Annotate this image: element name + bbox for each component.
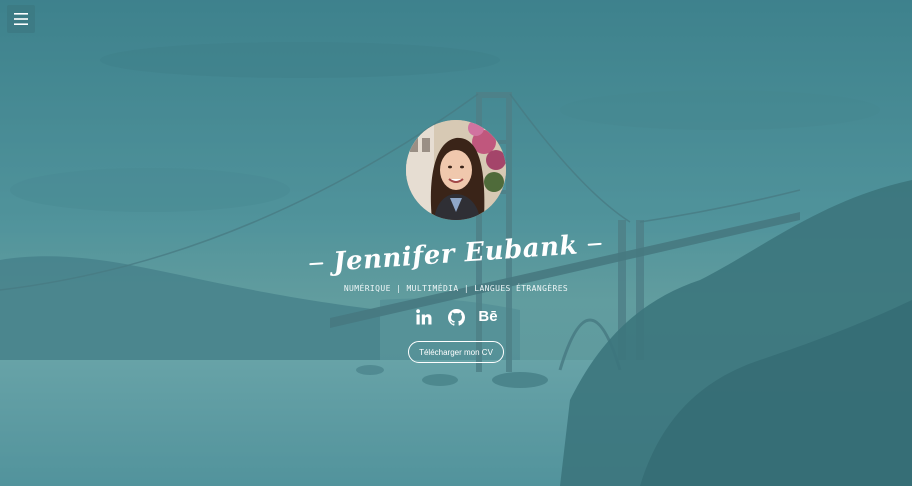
name-left-dash	[309, 262, 324, 266]
github-icon	[447, 308, 465, 326]
linkedin-link[interactable]	[414, 307, 434, 327]
behance-icon: Bē	[478, 308, 498, 325]
hero-section: Jennifer Eubank NUMÉRIQUE | MULTIMÉDIA |…	[0, 120, 912, 363]
profile-photo	[406, 120, 506, 220]
profile-tagline: NUMÉRIQUE | MULTIMÉDIA | LANGUES ÉTRANGÈ…	[343, 284, 569, 293]
download-cv-button[interactable]: Télécharger mon CV	[408, 341, 504, 363]
name-right-dash	[588, 242, 603, 246]
linkedin-icon	[416, 309, 432, 325]
menu-button[interactable]	[7, 5, 35, 33]
name-heading: Jennifer Eubank	[308, 224, 603, 284]
hamburger-menu-icon	[14, 13, 28, 25]
social-links: Bē	[414, 307, 498, 327]
page: Jennifer Eubank NUMÉRIQUE | MULTIMÉDIA |…	[0, 0, 912, 486]
behance-link[interactable]: Bē	[478, 307, 498, 327]
profile-name: Jennifer Eubank	[332, 230, 580, 278]
github-link[interactable]	[446, 307, 466, 327]
avatar	[406, 120, 506, 220]
